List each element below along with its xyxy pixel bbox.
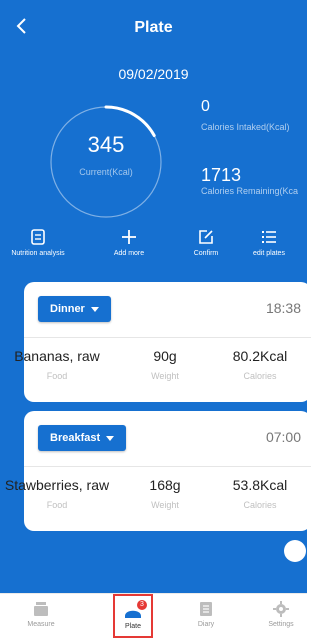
floating-toggle-button[interactable]	[284, 540, 306, 562]
meal-time: 18:38	[265, 300, 301, 316]
page-title: Plate	[134, 19, 173, 36]
remaining-label: Calories Remaining(Kca	[201, 186, 299, 196]
meal-selector-dinner[interactable]: Dinner	[38, 296, 111, 322]
weight-value: 90g	[153, 348, 177, 364]
tab-settings[interactable]: Settings	[255, 594, 307, 638]
weight-label: Weight	[151, 371, 179, 381]
gear-icon	[272, 601, 290, 617]
weight-cell: 90g Weight	[130, 348, 200, 381]
document-icon	[29, 228, 47, 246]
intaked-value: 0	[201, 98, 210, 115]
meal-card-dinner[interactable]: Dinner 18:38 Bananas, raw Food 90g Weigh…	[14, 282, 311, 402]
calories-value: 80.2Kcal	[232, 348, 288, 364]
tab-label: Measure	[27, 621, 55, 628]
meal-name: Breakfast	[50, 432, 101, 444]
edit-plates-button[interactable]: edit plates	[231, 228, 307, 257]
edit-square-icon	[197, 228, 215, 246]
date-label[interactable]: 09/02/2019	[0, 66, 307, 82]
meal-time: 07:00	[265, 429, 301, 445]
plate-screen: Plate 09/02/2019 345 Current(Kcal) 0 Cal…	[0, 0, 311, 638]
tab-diary[interactable]: Diary	[174, 594, 238, 638]
nutrition-analysis-label: Nutrition analysis	[11, 250, 65, 257]
remaining-value: 1713	[201, 165, 242, 185]
add-more-button[interactable]: Add more	[91, 228, 167, 257]
nutrition-analysis-button[interactable]: Nutrition analysis	[0, 228, 76, 257]
calories-cell: 80.2Kcal Calories	[220, 348, 300, 381]
bottom-nav: Measure 3 Plate Diary Settings	[0, 593, 307, 638]
diary-icon	[197, 601, 215, 617]
edit-plates-label: edit plates	[253, 250, 285, 257]
plate-panel: Plate 09/02/2019 345 Current(Kcal) 0 Cal…	[0, 0, 311, 593]
calorie-ring	[46, 102, 166, 222]
weight-label: Weight	[151, 500, 179, 510]
food-label: Food	[46, 500, 68, 510]
top-bar: Plate	[0, 0, 307, 58]
caret-down-icon	[90, 306, 99, 312]
food-name: Stawberries, raw	[4, 477, 110, 493]
intaked-label: Calories Intaked(Kcal)	[201, 122, 290, 132]
meal-name: Dinner	[50, 303, 85, 315]
tab-label: Diary	[197, 621, 215, 628]
weight-value: 168g	[149, 477, 181, 493]
plate-badge: 3	[137, 600, 147, 610]
plus-icon	[120, 228, 138, 246]
food-label: Food	[46, 371, 68, 381]
scale-icon	[32, 601, 50, 617]
action-bar: Nutrition analysis Add more Confirm edit…	[0, 228, 307, 262]
calories-label: Calories	[243, 371, 277, 381]
tab-label: Settings	[268, 621, 294, 628]
divider	[24, 466, 311, 467]
current-calories-label: Current(Kcal)	[79, 167, 133, 177]
weight-cell: 168g Weight	[130, 477, 200, 510]
meal-selector-breakfast[interactable]: Breakfast	[38, 425, 127, 451]
tab-label: Plate	[125, 623, 141, 630]
divider	[24, 337, 311, 338]
calories-label: Calories	[243, 500, 277, 510]
caret-down-icon	[106, 435, 115, 441]
calories-cell: 53.8Kcal Calories	[220, 477, 300, 510]
food-name: Bananas, raw	[14, 348, 100, 364]
list-icon	[260, 228, 278, 246]
calories-value: 53.8Kcal	[232, 477, 288, 493]
meal-card-breakfast[interactable]: Breakfast 07:00 Stawberries, raw Food 16…	[5, 411, 311, 531]
food-cell: Stawberries, raw Food	[0, 477, 114, 510]
tab-plate[interactable]: 3 Plate	[113, 594, 153, 638]
food-cell: Bananas, raw Food	[2, 348, 112, 381]
current-calories-value: 345	[87, 132, 125, 157]
tab-measure[interactable]: Measure	[9, 594, 73, 638]
add-more-label: Add more	[113, 250, 145, 257]
